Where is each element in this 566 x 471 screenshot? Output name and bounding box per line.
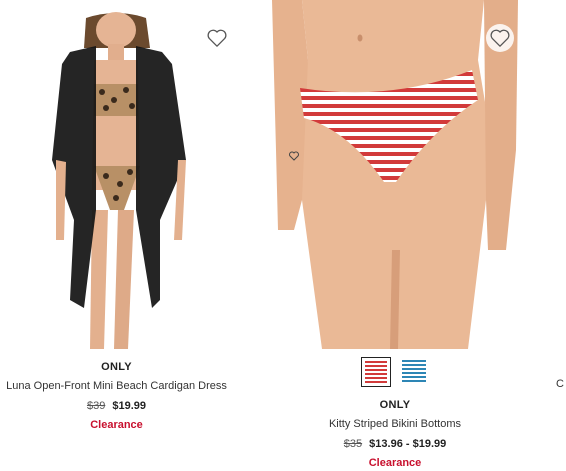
sale-price: $19.99 [112,400,147,412]
product-card[interactable]: ONLY Luna Open-Front Mini Beach Cardigan… [0,0,233,431]
product-card-partial[interactable]: C [556,0,566,471]
wishlist-heart-icon[interactable] [486,24,514,52]
color-swatches [272,357,518,387]
sale-price: $13.96 - $19.99 [369,438,447,450]
product-title[interactable]: Kitty Striped Bikini Bottoms [272,418,518,430]
bikini-bottom-model-photo [272,0,518,349]
swatch-red-stripe-fill [365,361,387,383]
product-image[interactable] [0,0,233,349]
product-brand: ONLY [379,399,411,411]
wishlist-heart-icon[interactable] [203,24,231,52]
product-brand: ONLY [101,361,132,373]
swatch-red-stripe[interactable] [361,357,391,387]
original-price: $35 [343,438,363,450]
product-title[interactable]: Luna Open-Front Mini Beach Cardigan Dres… [0,380,233,392]
original-price: $39 [86,400,106,412]
cardigan-model-photo [0,0,233,349]
product-image[interactable] [272,0,518,349]
clearance-badge: Clearance [90,419,143,431]
product-price: $39 $19.99 [0,400,233,412]
product-price: $35 $13.96 - $19.99 [272,438,518,450]
clearance-badge: Clearance [368,457,422,469]
product-title-fragment: C [556,378,564,390]
swatch-blue-stripe[interactable] [399,357,429,387]
product-card[interactable]: ONLY Kitty Striped Bikini Bottoms $35 $1… [272,0,518,469]
swatch-blue-stripe-fill [402,360,426,384]
